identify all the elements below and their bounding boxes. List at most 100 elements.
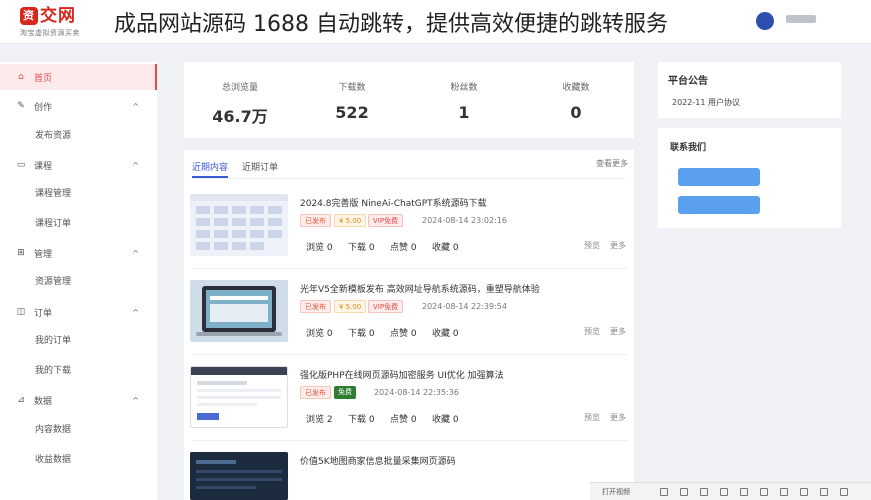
contact-title: 联系我们 xyxy=(670,143,707,153)
vip-badge: VIP免费 xyxy=(368,300,404,313)
preview-link[interactable]: 预览 xyxy=(584,412,600,423)
chevron-up-icon: ^ xyxy=(132,395,139,405)
stat-favorites: 收藏数 0 xyxy=(520,80,632,122)
announcement-item[interactable]: 2022-11 用户协议 xyxy=(672,97,740,108)
sidebar-item-orders[interactable]: ◫ 订单 ^ xyxy=(0,299,157,325)
stat-value: 0 xyxy=(570,103,582,122)
item-title[interactable]: 价值5K地图商家信息批量采集网页源码 xyxy=(300,454,456,467)
free-badge: 免费 xyxy=(334,386,356,399)
thumbnail-image xyxy=(190,194,288,250)
item-thumbnail[interactable] xyxy=(190,280,288,342)
chevron-up-icon: ^ xyxy=(132,248,139,258)
open-video-label[interactable]: 打开视频 xyxy=(602,487,630,497)
announcement-title: 平台公告 xyxy=(668,76,708,87)
stat-views: 总浏览量 46.7万 xyxy=(184,80,296,127)
views-count: 浏览 0 xyxy=(306,243,333,253)
list-item[interactable]: 强化版PHP在线网页源码加密服务 UI优化 加强算法 已发布 免费 2024-0… xyxy=(184,360,634,446)
edit-icon: ✎ xyxy=(17,101,25,111)
sidebar-subitem-publish[interactable]: 发布资源 xyxy=(35,126,71,146)
system-taskbar: 打开视频 xyxy=(590,482,871,500)
more-link[interactable]: 更多 xyxy=(610,326,626,337)
sidebar-subitem-my-downloads[interactable]: 我的下载 xyxy=(35,361,71,381)
vip-badge: VIP免费 xyxy=(368,214,404,227)
stat-label: 总浏览量 xyxy=(221,83,258,93)
chevron-up-icon: ^ xyxy=(132,101,139,111)
contact-card: 联系我们 xyxy=(658,128,841,228)
price-badge: ¥ 5.00 xyxy=(334,300,367,313)
sidebar-item-label: 数据 xyxy=(34,396,53,407)
tab-recent-orders[interactable]: 近期订单 xyxy=(242,160,278,173)
sidebar-item-home[interactable]: ⌂ 首页 xyxy=(0,64,157,90)
site-logo[interactable]: 资 交网 淘宝虚拟资源买卖 xyxy=(20,6,105,40)
thumbnail-image xyxy=(191,367,287,420)
more-link[interactable]: 更多 xyxy=(610,412,626,423)
app-icon[interactable] xyxy=(720,488,728,496)
preview-link[interactable]: 预览 xyxy=(584,240,600,251)
thumbnail-image xyxy=(190,280,288,342)
sidebar-item-manage[interactable]: ⊞ 管理 ^ xyxy=(0,240,157,266)
item-title[interactable]: 2024.8完善版 NineAi-ChatGPT系统源码下载 xyxy=(300,196,487,209)
view-more-link[interactable]: 查看更多 xyxy=(596,158,628,169)
favorites-count: 收藏 0 xyxy=(432,415,459,425)
stat-label: 收藏数 xyxy=(562,83,590,93)
sidebar-subitem-course-manage[interactable]: 课程管理 xyxy=(35,184,71,204)
sidebar-item-label: 首页 xyxy=(34,73,53,84)
thumbnail-image xyxy=(190,452,288,500)
logo-mark: 资 xyxy=(20,7,38,25)
sidebar-item-label: 课程 xyxy=(34,161,53,172)
app-icon[interactable] xyxy=(680,488,688,496)
more-link[interactable]: 更多 xyxy=(610,240,626,251)
app-icon[interactable] xyxy=(660,488,668,496)
sidebar-subitem-my-orders[interactable]: 我的订单 xyxy=(35,331,71,351)
list-item[interactable]: 价值5K地图商家信息批量采集网页源码 xyxy=(184,446,634,500)
status-badge: 已发布 xyxy=(300,300,331,313)
contact-button-2[interactable] xyxy=(678,196,760,214)
preview-link[interactable]: 预览 xyxy=(584,326,600,337)
avatar[interactable] xyxy=(756,12,774,30)
app-icon[interactable] xyxy=(840,488,848,496)
sidebar-item-label: 创作 xyxy=(34,102,53,113)
app-icon[interactable] xyxy=(800,488,808,496)
chart-icon: ⊿ xyxy=(17,395,25,405)
logo-subtitle: 淘宝虚拟资源买卖 xyxy=(20,29,80,37)
likes-count: 点赞 0 xyxy=(390,243,417,253)
item-title[interactable]: 光年V5全新模板发布 高效网址导航系统源码，重塑导航体验 xyxy=(300,282,540,295)
app-icon[interactable] xyxy=(780,488,788,496)
video-icon: ▭ xyxy=(16,160,26,170)
item-title[interactable]: 强化版PHP在线网页源码加密服务 UI优化 加强算法 xyxy=(300,368,504,381)
user-name-placeholder[interactable] xyxy=(786,15,816,23)
item-thumbnail[interactable] xyxy=(190,366,288,428)
recent-content-card: 近期内容 近期订单 查看更多 2024.8完善版 NineAi-ChatGPT系… xyxy=(184,150,634,500)
item-divider xyxy=(192,354,628,355)
contact-button-1[interactable] xyxy=(678,168,760,186)
order-icon: ◫ xyxy=(16,307,26,317)
sidebar-item-course[interactable]: ▭ 课程 ^ xyxy=(0,152,157,178)
status-badge: 已发布 xyxy=(300,386,331,399)
item-date: 2024-08-14 22:35:36 xyxy=(374,388,459,397)
item-date: 2024-08-14 23:02:16 xyxy=(422,216,507,225)
stat-label: 下载数 xyxy=(338,83,366,93)
item-date: 2024-08-14 22:39:54 xyxy=(422,302,507,311)
list-item[interactable]: 光年V5全新模板发布 高效网址导航系统源码，重塑导航体验 已发布 ¥ 5.00 … xyxy=(184,274,634,360)
sidebar-subitem-resource-manage[interactable]: 资源管理 xyxy=(35,272,71,292)
app-icon[interactable] xyxy=(700,488,708,496)
stats-card: 总浏览量 46.7万 下载数 522 粉丝数 1 收藏数 0 xyxy=(184,62,634,138)
sidebar-subitem-content-data[interactable]: 内容数据 xyxy=(35,420,71,440)
app-icon[interactable] xyxy=(760,488,768,496)
sidebar-item-data[interactable]: ⊿ 数据 ^ xyxy=(0,387,157,413)
top-bar: 资 交网 淘宝虚拟资源买卖 成品网站源码 1688 自动跳转，提供高效便捷的跳转… xyxy=(0,0,871,44)
chevron-up-icon: ^ xyxy=(132,160,139,170)
sidebar-item-label: 管理 xyxy=(34,249,53,260)
sidebar-item-create[interactable]: ✎ 创作 ^ xyxy=(0,93,157,119)
list-item[interactable]: 2024.8完善版 NineAi-ChatGPT系统源码下载 已发布 ¥ 5.0… xyxy=(184,188,634,274)
sidebar: ⌂ 首页 ✎ 创作 ^ 发布资源 ▭ 课程 ^ 课程管理 课程订单 ⊞ 管理 ^… xyxy=(0,62,157,500)
status-badge: 已发布 xyxy=(300,214,331,227)
item-thumbnail[interactable] xyxy=(190,452,288,500)
item-thumbnail[interactable] xyxy=(190,194,288,256)
favorites-count: 收藏 0 xyxy=(432,329,459,339)
tab-recent-content[interactable]: 近期内容 xyxy=(192,160,229,178)
sidebar-subitem-revenue-data[interactable]: 收益数据 xyxy=(35,450,71,470)
sidebar-subitem-course-order[interactable]: 课程订单 xyxy=(35,214,71,234)
app-icon[interactable] xyxy=(740,488,748,496)
app-icon[interactable] xyxy=(820,488,828,496)
